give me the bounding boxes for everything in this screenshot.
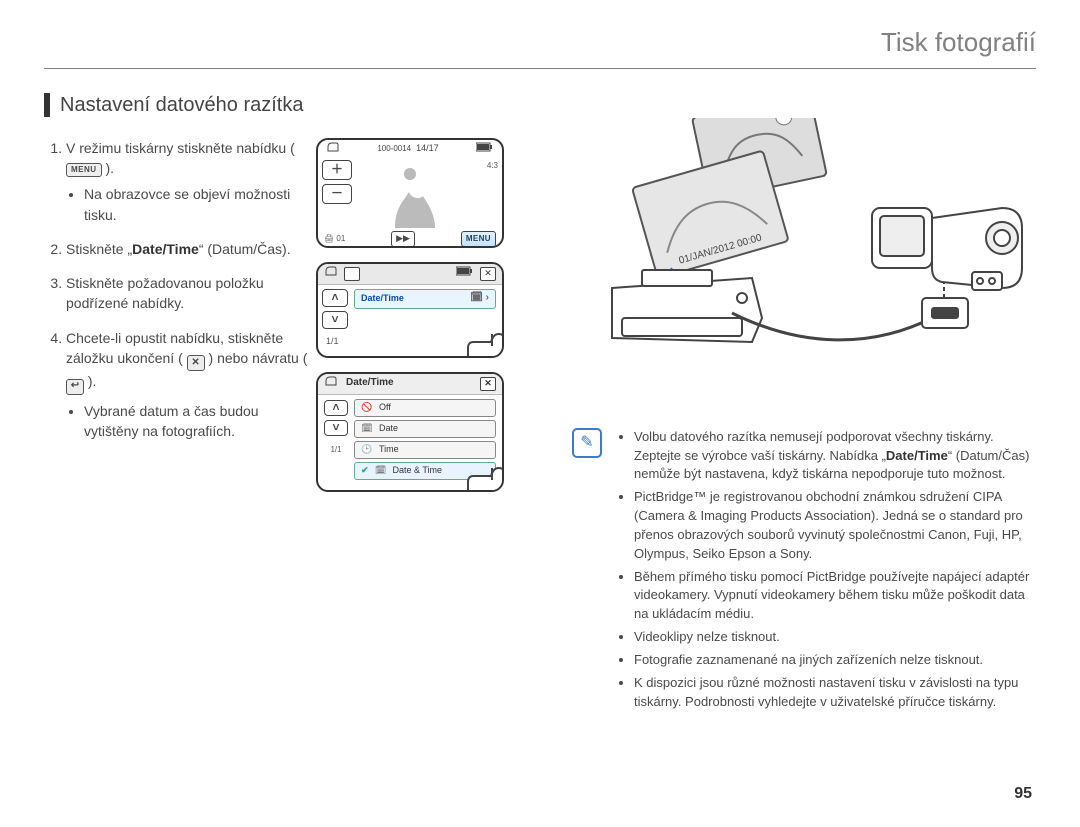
note-5: Fotografie zaznamenané na jiných zařízen… (634, 651, 1036, 670)
notes-block: ✎ Volbu datového razítka nemusejí podpor… (572, 428, 1036, 716)
step-1: V režimu tiskárny stiskněte nabídku ( ME… (66, 138, 316, 225)
menu-item-label: Date/Time (361, 292, 404, 305)
scroll-up-button[interactable]: ˄ (324, 400, 348, 416)
menu-button[interactable]: MENU (461, 231, 496, 247)
plus-button[interactable]: ＋ (322, 160, 352, 180)
menu-page-indicator: 1/1 (326, 335, 339, 348)
notes-list: Volbu datového razítka nemusejí podporov… (616, 428, 1036, 716)
screens-column: 100-0014 14/17 ＋ － (316, 138, 536, 716)
note-2: PictBridge™ je registrovanou obchodní zn… (634, 488, 1036, 563)
connection-diagram: 01/JAN/2012 00:00 (572, 138, 1036, 338)
step-1-text-a: V režimu tiskárny stiskněte nabídku ( (66, 140, 295, 156)
minus-button[interactable]: － (322, 184, 352, 204)
photo-thumbnail (356, 158, 464, 230)
note-6: K dispozici jsou různé možnosti nastaven… (634, 674, 1036, 712)
tab-icon[interactable] (344, 267, 360, 281)
menu-icon: MENU (66, 163, 102, 177)
screen-playback: 100-0014 14/17 ＋ － (316, 138, 504, 248)
step-1-text-b: ). (105, 160, 114, 176)
title-bar: Tisk fotografií (44, 24, 1036, 69)
image-counter: 14/17 (416, 143, 439, 153)
steps-list: V režimu tiskárny stiskněte nabídku ( ME… (44, 138, 316, 441)
step-4-sub: Vybrané datum a čas budou vytištěny na f… (84, 401, 316, 442)
step-3: Stiskněte požadovanou položku podřízené … (66, 273, 316, 314)
pointing-hand-icon (458, 442, 504, 491)
step-2-bold: Date/Time (132, 241, 199, 257)
close-tab[interactable]: ✕ (480, 377, 496, 391)
menu-item-date-time[interactable]: Date/Time 🗓 › (354, 289, 496, 309)
scroll-down-button[interactable]: ˅ (324, 420, 348, 436)
step-4-text-c: ). (88, 373, 97, 389)
scroll-down-button[interactable]: ˅ (322, 311, 348, 329)
screen-submenu: Date/Time ✕ ˄ ˅ 1/1 🚫Off 🗓Date 🕒Time ✔🗓D… (316, 372, 504, 492)
option-date-label: Date (379, 422, 398, 435)
submenu-page-indicator: 1/1 (324, 444, 348, 456)
pictbridge-icon (324, 265, 338, 283)
page-title: Tisk fotografií (881, 27, 1036, 57)
step-2-text-c: “ (Datum/Čas). (199, 241, 291, 257)
note-4: Videoklipy nelze tisknout. (634, 628, 1036, 647)
option-off-label: Off (379, 401, 391, 414)
option-time-label: Time (379, 443, 399, 456)
note-3: Během přímého tisku pomocí PictBridge po… (634, 568, 1036, 625)
step-4: Chcete-li opustit nabídku, stiskněte zál… (66, 328, 316, 441)
right-column: 01/JAN/2012 00:00 (536, 138, 1036, 716)
pointing-hand-icon (458, 308, 504, 357)
pictbridge-icon (326, 141, 340, 157)
step-2-text-a: Stiskněte „ (66, 241, 132, 257)
step-4-text-b: ) nebo návratu ( (209, 350, 308, 366)
step-1-sub: Na obrazovce se objeví možnosti tisku. (84, 184, 316, 225)
pictbridge-icon (324, 375, 338, 393)
back-icon: ↩ (66, 379, 84, 395)
section-title: Nastavení datového razítka (60, 91, 303, 120)
note-1: Volbu datového razítka nemusejí podporov… (634, 428, 1036, 485)
copies-count: 01 (336, 234, 345, 243)
play-button[interactable]: ▶▶ (391, 231, 415, 247)
file-number: 100-0014 (377, 144, 411, 153)
scroll-up-button[interactable]: ˄ (322, 289, 348, 307)
battery-icon (476, 142, 494, 156)
section-heading: Nastavení datového razítka (44, 91, 1036, 120)
close-tab[interactable]: ✕ (480, 267, 496, 281)
note-icon: ✎ (572, 428, 602, 458)
heading-bar (44, 93, 50, 117)
submenu-title: Date/Time (346, 376, 394, 391)
screen-menu: ✕ ˄ ˅ Date/Time 🗓 › 1/1 (316, 262, 504, 358)
steps-column: V režimu tiskárny stiskněte nabídku ( ME… (44, 138, 316, 716)
battery-icon (456, 266, 474, 282)
option-date[interactable]: 🗓Date (354, 420, 496, 438)
page-number: 95 (1014, 782, 1032, 805)
page: Tisk fotografií Nastavení datového razít… (0, 0, 1080, 827)
option-off[interactable]: 🚫Off (354, 399, 496, 417)
step-2: Stiskněte „Date/Time“ (Datum/Čas). (66, 239, 316, 259)
close-icon: ✕ (187, 355, 205, 371)
option-date-time-label: Date & Time (393, 464, 443, 477)
